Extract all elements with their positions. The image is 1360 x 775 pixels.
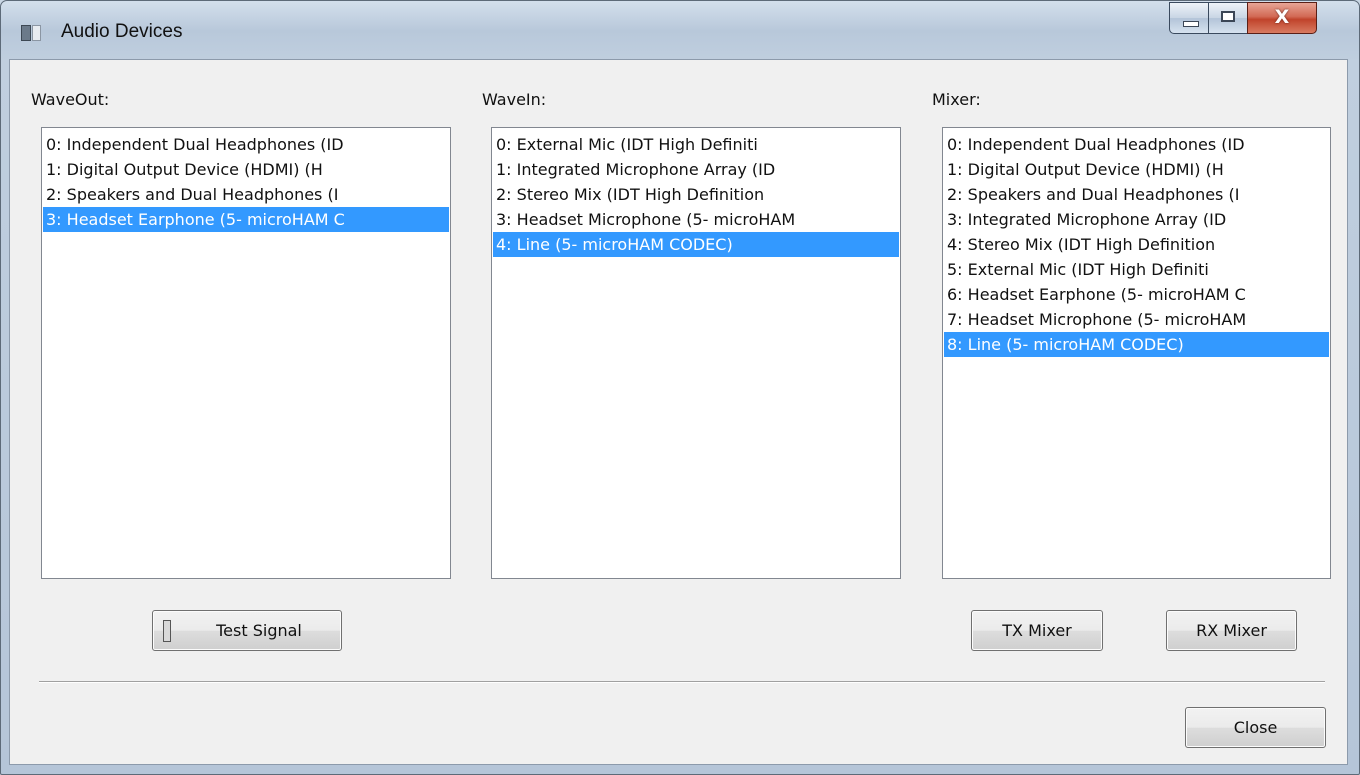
separator-line — [39, 681, 1325, 683]
close-window-button[interactable]: X — [1247, 2, 1317, 34]
wavein-list-item[interactable]: 0: External Mic (IDT High Definiti — [493, 132, 899, 157]
mixer-list-item[interactable]: 3: Integrated Microphone Array (ID — [944, 207, 1329, 232]
mixer-list-item[interactable]: 8: Line (5- microHAM CODEC) — [944, 332, 1329, 357]
wavein-label: WaveIn: — [482, 90, 547, 109]
mixer-list-item[interactable]: 5: External Mic (IDT High Definiti — [944, 257, 1329, 282]
rx-mixer-button[interactable]: RX Mixer — [1166, 610, 1297, 651]
mixer-list-item[interactable]: 0: Independent Dual Headphones (ID — [944, 132, 1329, 157]
window-title: Audio Devices — [61, 21, 183, 42]
maximize-button[interactable] — [1208, 2, 1248, 34]
tx-mixer-button[interactable]: TX Mixer — [971, 610, 1103, 651]
minimize-button[interactable] — [1169, 2, 1209, 34]
waveout-list-item[interactable]: 3: Headset Earphone (5- microHAM C — [43, 207, 449, 232]
mixer-label: Mixer: — [932, 90, 981, 109]
app-icon[interactable] — [21, 25, 41, 41]
mixer-list-item[interactable]: 1: Digital Output Device (HDMI) (H — [944, 157, 1329, 182]
indicator-led-icon — [163, 620, 171, 642]
wavein-list-item[interactable]: 4: Line (5- microHAM CODEC) — [493, 232, 899, 257]
waveout-list-item[interactable]: 1: Digital Output Device (HDMI) (H — [43, 157, 449, 182]
waveout-list-item[interactable]: 0: Independent Dual Headphones (ID — [43, 132, 449, 157]
dialog-client-area: WaveOut: WaveIn: Mixer: 0: Independent D… — [9, 59, 1348, 765]
close-icon: X — [1274, 6, 1290, 28]
wavein-list-item[interactable]: 3: Headset Microphone (5- microHAM — [493, 207, 899, 232]
waveout-list-item[interactable]: 2: Speakers and Dual Headphones (I — [43, 182, 449, 207]
wavein-list-item[interactable]: 2: Stereo Mix (IDT High Definition — [493, 182, 899, 207]
dialog-window: Audio Devices X WaveOut: WaveIn: Mixer: … — [0, 0, 1360, 775]
test-signal-label: Test Signal — [216, 621, 302, 640]
wavein-listbox[interactable]: 0: External Mic (IDT High Definiti 1: Int… — [491, 127, 901, 579]
mixer-list-item[interactable]: 7: Headset Microphone (5- microHAM — [944, 307, 1329, 332]
waveout-listbox[interactable]: 0: Independent Dual Headphones (ID 1: Dig… — [41, 127, 451, 579]
mixer-list-item[interactable]: 2: Speakers and Dual Headphones (I — [944, 182, 1329, 207]
mixer-list-item[interactable]: 6: Headset Earphone (5- microHAM C — [944, 282, 1329, 307]
title-bar[interactable]: Audio Devices X — [1, 1, 1359, 59]
test-signal-button[interactable]: Test Signal — [152, 610, 342, 651]
mixer-list-item[interactable]: 4: Stereo Mix (IDT High Definition — [944, 232, 1329, 257]
waveout-label: WaveOut: — [31, 90, 110, 109]
close-button[interactable]: Close — [1185, 707, 1326, 748]
mixer-listbox[interactable]: 0: Independent Dual Headphones (ID 1: Dig… — [942, 127, 1331, 579]
minimize-icon — [1183, 21, 1199, 27]
maximize-icon — [1221, 11, 1235, 22]
wavein-list-item[interactable]: 1: Integrated Microphone Array (ID — [493, 157, 899, 182]
